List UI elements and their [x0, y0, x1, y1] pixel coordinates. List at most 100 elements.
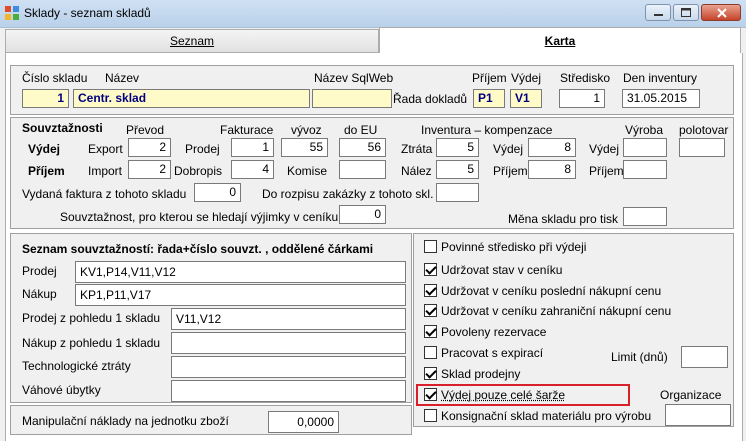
inv-prijem-label: Příjem — [493, 164, 528, 178]
seznam-prodej-label: Prodej — [22, 264, 57, 278]
nazev-sqlweb-label: Název SqlWeb — [314, 71, 394, 85]
close-button[interactable] — [701, 4, 741, 21]
mena-input[interactable] — [623, 207, 667, 226]
manip-panel: Manipulační náklady na jednotku zboží 0,… — [10, 405, 412, 435]
den-inventury-input[interactable]: 31.05.2015 — [622, 89, 700, 108]
minimize-button[interactable] — [645, 4, 671, 21]
cislo-skladu-label: Číslo skladu — [22, 71, 88, 85]
vyjimky-input[interactable]: 0 — [339, 205, 386, 224]
polotovar-input[interactable] — [679, 138, 725, 157]
checkbox[interactable] — [424, 284, 437, 297]
export-label: Export — [88, 142, 123, 156]
souvztaznosti-title: Souvztažnosti — [22, 121, 103, 135]
vyroba-label: Výroba — [625, 123, 664, 137]
tab-karta[interactable]: Karta — [379, 27, 741, 53]
tab-bar: Seznam Karta — [0, 27, 746, 53]
souvztaznosti-panel: Souvztažnosti Převod Fakturace vývoz do … — [10, 117, 734, 229]
prodej-label: Prodej — [185, 142, 220, 156]
checkbox[interactable] — [424, 346, 437, 359]
tab-seznam-label: Seznam — [169, 34, 215, 48]
options-panel: Povinné středisko při výdeji Udržovat st… — [413, 233, 734, 427]
maximize-button[interactable] — [673, 4, 699, 21]
import-label: Import — [88, 164, 123, 178]
manip-label: Manipulační náklady na jednotku zboží — [22, 414, 229, 428]
rada-vydej-input[interactable]: V1 — [510, 89, 542, 108]
close-icon — [717, 8, 727, 18]
rada-prijem-input[interactable]: P1 — [473, 89, 505, 108]
export-input[interactable]: 2 — [128, 138, 171, 157]
checkbox[interactable] — [424, 304, 437, 317]
ztrata-label: Ztráta — [401, 142, 433, 156]
vyjimky-label: Souvztažnost, pro kterou se hledají výji… — [60, 210, 339, 224]
nazev-input[interactable]: Centr. sklad — [73, 89, 310, 108]
polotovar-label: polotovar — [679, 123, 729, 137]
do-eu-input[interactable]: 56 — [339, 138, 386, 157]
tab-karta-label: Karta — [544, 34, 576, 48]
check-label: Sklad prodejny — [441, 367, 521, 381]
vyr-vydej-label: Výdej — [589, 142, 620, 156]
import-input[interactable]: 2 — [128, 160, 171, 179]
check-label: Povinné středisko při výdeji — [441, 240, 587, 254]
organizace-label: Organizace — [660, 388, 722, 402]
checkbox[interactable] — [424, 240, 437, 253]
vyvoz-input[interactable]: 55 — [281, 138, 328, 157]
check-label: Udržovat stav v ceníku — [441, 263, 563, 277]
checkbox[interactable] — [424, 325, 437, 338]
prijem-label: Příjem — [472, 71, 507, 85]
inv-vydej-label: Výdej — [493, 142, 524, 156]
komise-label: Komise — [287, 164, 328, 178]
checkbox[interactable] — [424, 263, 437, 276]
do-eu-label: do EU — [344, 123, 378, 137]
check-label: Udržovat v ceníku poslední nákupní cenu — [441, 284, 662, 298]
stredisko-input[interactable]: 1 — [559, 89, 605, 108]
seznam-nakup-input[interactable]: KP1,P11,V17 — [75, 284, 406, 306]
minimize-icon — [654, 14, 663, 16]
vyr-prijem-input[interactable] — [623, 160, 667, 179]
seznam-nakup-1sklad-input[interactable] — [171, 332, 406, 354]
checkbox[interactable] — [424, 388, 437, 401]
limit-input[interactable] — [681, 346, 728, 368]
rozpis-input[interactable] — [436, 183, 479, 202]
manip-input[interactable]: 0,0000 — [268, 411, 339, 433]
inventura-label: Inventura – kompenzace — [421, 123, 553, 137]
seznam-prodej-input[interactable]: KV1,P14,V11,V12 — [75, 261, 406, 283]
inv-vydej-input[interactable]: 8 — [528, 138, 576, 157]
prevod-label: Převod — [126, 123, 165, 137]
faktura-input[interactable]: 0 — [194, 183, 241, 202]
rozpis-label: Do rozpisu zakázky z tohoto skl. — [262, 187, 434, 201]
den-inventury-label: Den inventury — [623, 71, 698, 85]
checkbox[interactable] — [424, 409, 437, 422]
stredisko-label: Středisko — [560, 71, 611, 85]
ztrata-input[interactable]: 5 — [436, 138, 479, 157]
seznam-prodej-1sklad-label: Prodej z pohledu 1 skladu — [22, 311, 161, 325]
tab-seznam[interactable]: Seznam — [5, 29, 379, 53]
prodej-input[interactable]: 1 — [231, 138, 274, 157]
seznam-vahove-label: Váhové úbytky — [22, 383, 101, 397]
vydej-label: Výdej — [511, 71, 542, 85]
faktura-label: Vydaná faktura z tohoto skladu — [22, 187, 187, 201]
dobropis-label: Dobropis — [174, 164, 223, 178]
prijem-row-label: Příjem — [28, 164, 65, 178]
seznam-prodej-1sklad-input[interactable]: V11,V12 — [171, 308, 406, 330]
dobropis-input[interactable]: 4 — [231, 160, 274, 179]
komise-input[interactable] — [339, 160, 386, 179]
vydej-row-label: Výdej — [28, 142, 61, 156]
checkbox[interactable] — [424, 367, 437, 380]
mena-label: Měna skladu pro tisk — [508, 212, 619, 226]
cislo-skladu-input[interactable]: 1 — [22, 89, 69, 108]
seznam-techno-input[interactable] — [171, 356, 406, 378]
nazev-sqlweb-input[interactable] — [312, 89, 392, 108]
title-bar: Sklady - seznam skladů — [0, 0, 746, 28]
window-title: Sklady - seznam skladů — [24, 6, 151, 20]
nalez-input[interactable]: 5 — [436, 160, 479, 179]
tab-content: Číslo skladu Název Název SqlWeb Příjem V… — [5, 53, 743, 441]
seznam-title: Seznam souvztažností: řada+číslo souvzt.… — [22, 242, 374, 256]
vyr-vydej-input[interactable] — [623, 138, 667, 157]
nalez-label: Nález — [401, 164, 432, 178]
seznam-vahove-input[interactable] — [171, 380, 406, 402]
organizace-input[interactable] — [665, 404, 731, 426]
check-label: Povoleny rezervace — [441, 325, 547, 339]
vyvoz-label: vývoz — [291, 123, 322, 137]
inv-prijem-input[interactable]: 8 — [528, 160, 576, 179]
header-panel: Číslo skladu Název Název SqlWeb Příjem V… — [10, 65, 734, 115]
